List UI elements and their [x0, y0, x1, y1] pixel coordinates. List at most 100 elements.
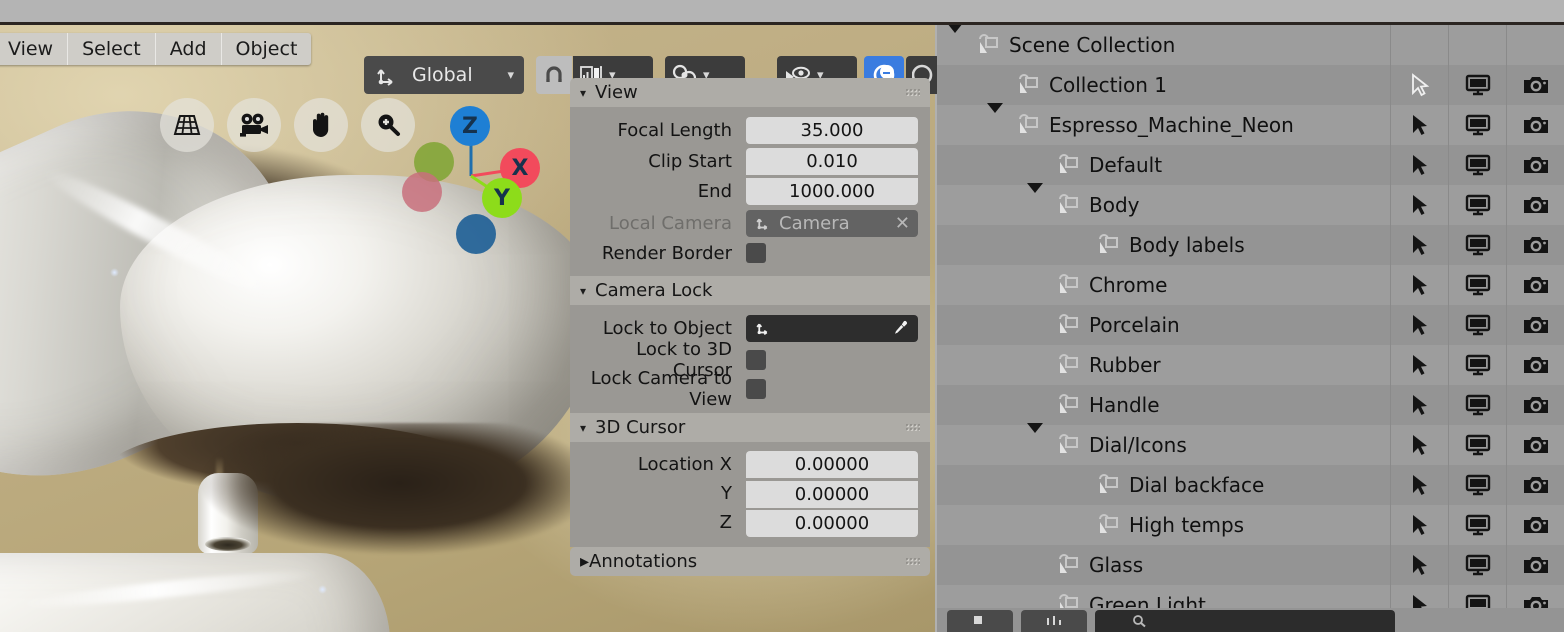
outliner-viewport-toggle[interactable]: [1448, 305, 1506, 345]
outliner-select-toggle[interactable]: [1390, 185, 1448, 225]
viewport-axis-gizmo[interactable]: Z X Y: [396, 98, 540, 254]
outliner-viewport-toggle[interactable]: [1448, 505, 1506, 545]
outliner-select-toggle[interactable]: [1390, 465, 1448, 505]
outliner-row[interactable]: Rubber: [937, 345, 1564, 385]
properties-tool-button-2[interactable]: [1021, 610, 1087, 632]
outliner-render-toggle[interactable]: [1506, 145, 1564, 185]
outliner-row[interactable]: Default: [937, 145, 1564, 185]
outliner-select-toggle[interactable]: [1390, 505, 1448, 545]
panel-3d-cursor-header[interactable]: ▾ 3D Cursor: [570, 413, 930, 442]
menu-add[interactable]: Add: [156, 33, 222, 65]
outliner-row-label: Espresso_Machine_Neon: [1049, 113, 1294, 137]
menu-view[interactable]: View: [0, 33, 69, 65]
outliner-row[interactable]: Espresso_Machine_Neon: [937, 103, 1564, 145]
clip-start-label: Clip Start: [648, 151, 732, 172]
menu-object[interactable]: Object: [222, 33, 312, 65]
outliner-row[interactable]: Dial/Icons: [937, 423, 1564, 465]
outliner-search-field[interactable]: [1095, 610, 1395, 632]
pan-view-button[interactable]: [294, 98, 348, 152]
outliner-row[interactable]: Dial backface: [937, 465, 1564, 505]
outliner-render-toggle[interactable]: [1506, 385, 1564, 425]
outliner-viewport-toggle[interactable]: [1448, 25, 1506, 65]
render-border-checkbox[interactable]: [746, 243, 766, 263]
outliner-render-toggle[interactable]: [1506, 425, 1564, 465]
transform-orientation-dropdown[interactable]: Global ▾: [364, 56, 524, 94]
outliner-row[interactable]: Chrome: [937, 265, 1564, 305]
outliner-row[interactable]: Body labels: [937, 225, 1564, 265]
outliner-select-toggle[interactable]: [1390, 385, 1448, 425]
clip-end-row: End 1000.000: [582, 176, 918, 206]
outliner-viewport-toggle[interactable]: [1448, 265, 1506, 305]
outliner-select-toggle[interactable]: [1390, 25, 1448, 65]
outliner-render-toggle[interactable]: [1506, 505, 1564, 545]
outliner-render-toggle[interactable]: [1506, 545, 1564, 585]
x-icon[interactable]: ✕: [895, 213, 910, 234]
outliner-render-toggle[interactable]: [1506, 305, 1564, 345]
clip-end-field[interactable]: 1000.000: [746, 178, 918, 205]
outliner-row[interactable]: Scene Collection: [937, 25, 1564, 65]
outliner-viewport-toggle[interactable]: [1448, 545, 1506, 585]
gizmo-axis-y[interactable]: Y: [482, 178, 522, 218]
camera-view-button[interactable]: [227, 98, 281, 152]
outliner-render-toggle[interactable]: [1506, 465, 1564, 505]
cursor-location-x-field[interactable]: 0.00000: [746, 451, 918, 478]
render-glint-b: [110, 268, 119, 277]
outliner-viewport-toggle[interactable]: [1448, 385, 1506, 425]
outliner-row[interactable]: Collection 1: [937, 65, 1564, 105]
snap-toggle-button[interactable]: [536, 56, 572, 94]
outliner-viewport-toggle[interactable]: [1448, 145, 1506, 185]
outliner-viewport-toggle[interactable]: [1448, 65, 1506, 105]
outliner-viewport-toggle[interactable]: [1448, 185, 1506, 225]
disclosure-triangle-icon[interactable]: [947, 25, 963, 57]
gizmo-axis-neg-x[interactable]: [402, 172, 442, 212]
outliner-row[interactable]: Handle: [937, 385, 1564, 425]
outliner-viewport-toggle[interactable]: [1448, 225, 1506, 265]
panel-view-header[interactable]: ▾ View: [570, 78, 930, 107]
outliner-viewport-toggle[interactable]: [1448, 105, 1506, 145]
focal-length-field[interactable]: 35.000: [746, 116, 918, 144]
outliner-render-toggle[interactable]: [1506, 265, 1564, 305]
outliner-row-label: Dial backface: [1129, 473, 1265, 497]
local-camera-field[interactable]: Camera ✕: [746, 209, 918, 237]
cursor-location-z-field[interactable]: 0.00000: [746, 509, 918, 537]
menu-select[interactable]: Select: [68, 33, 156, 65]
outliner-select-toggle[interactable]: [1390, 65, 1448, 105]
outliner-render-toggle[interactable]: [1506, 25, 1564, 65]
outliner-viewport-toggle[interactable]: [1448, 465, 1506, 505]
properties-tool-button-1[interactable]: [947, 610, 1013, 632]
outliner-row[interactable]: Porcelain: [937, 305, 1564, 345]
outliner-render-toggle[interactable]: [1506, 65, 1564, 105]
outliner-render-toggle[interactable]: [1506, 345, 1564, 385]
panel-annotations-header[interactable]: ▸ Annotations: [570, 547, 930, 576]
outliner-row[interactable]: Body: [937, 183, 1564, 225]
clip-start-field[interactable]: 0.010: [746, 148, 918, 175]
outliner-render-toggle[interactable]: [1506, 105, 1564, 145]
outliner-select-toggle[interactable]: [1390, 105, 1448, 145]
outliner-select-toggle[interactable]: [1390, 305, 1448, 345]
outliner-select-toggle[interactable]: [1390, 425, 1448, 465]
outliner-select-toggle[interactable]: [1390, 145, 1448, 185]
lock-camera-to-view-checkbox[interactable]: [746, 378, 766, 399]
lock-to-object-field[interactable]: [746, 314, 918, 342]
outliner-render-toggle[interactable]: [1506, 225, 1564, 265]
eyedropper-icon[interactable]: [892, 319, 910, 337]
cursor-location-y-field[interactable]: 0.00000: [746, 480, 918, 508]
toggle-perspective-ortho-button[interactable]: [160, 98, 214, 152]
disclosure-triangle-icon[interactable]: [987, 103, 1003, 137]
outliner-render-toggle[interactable]: [1506, 185, 1564, 225]
outliner[interactable]: Scene Collection Collection 1 Espresso_M…: [937, 25, 1564, 632]
outliner-select-toggle[interactable]: [1390, 345, 1448, 385]
outliner-select-toggle[interactable]: [1390, 545, 1448, 585]
outliner-select-toggle[interactable]: [1390, 225, 1448, 265]
outliner-row[interactable]: High temps: [937, 505, 1564, 545]
outliner-viewport-toggle[interactable]: [1448, 345, 1506, 385]
outliner-select-toggle[interactable]: [1390, 265, 1448, 305]
disclosure-triangle-icon[interactable]: [1027, 423, 1043, 457]
disclosure-triangle-icon[interactable]: [1027, 183, 1043, 217]
gizmo-axis-neg-z[interactable]: [456, 214, 496, 254]
gizmo-axis-z[interactable]: Z: [450, 106, 490, 146]
outliner-viewport-toggle[interactable]: [1448, 425, 1506, 465]
lock-to-3d-cursor-checkbox[interactable]: [746, 349, 766, 370]
outliner-row[interactable]: Glass: [937, 545, 1564, 585]
panel-camera-lock-header[interactable]: ▾ Camera Lock: [570, 276, 930, 305]
